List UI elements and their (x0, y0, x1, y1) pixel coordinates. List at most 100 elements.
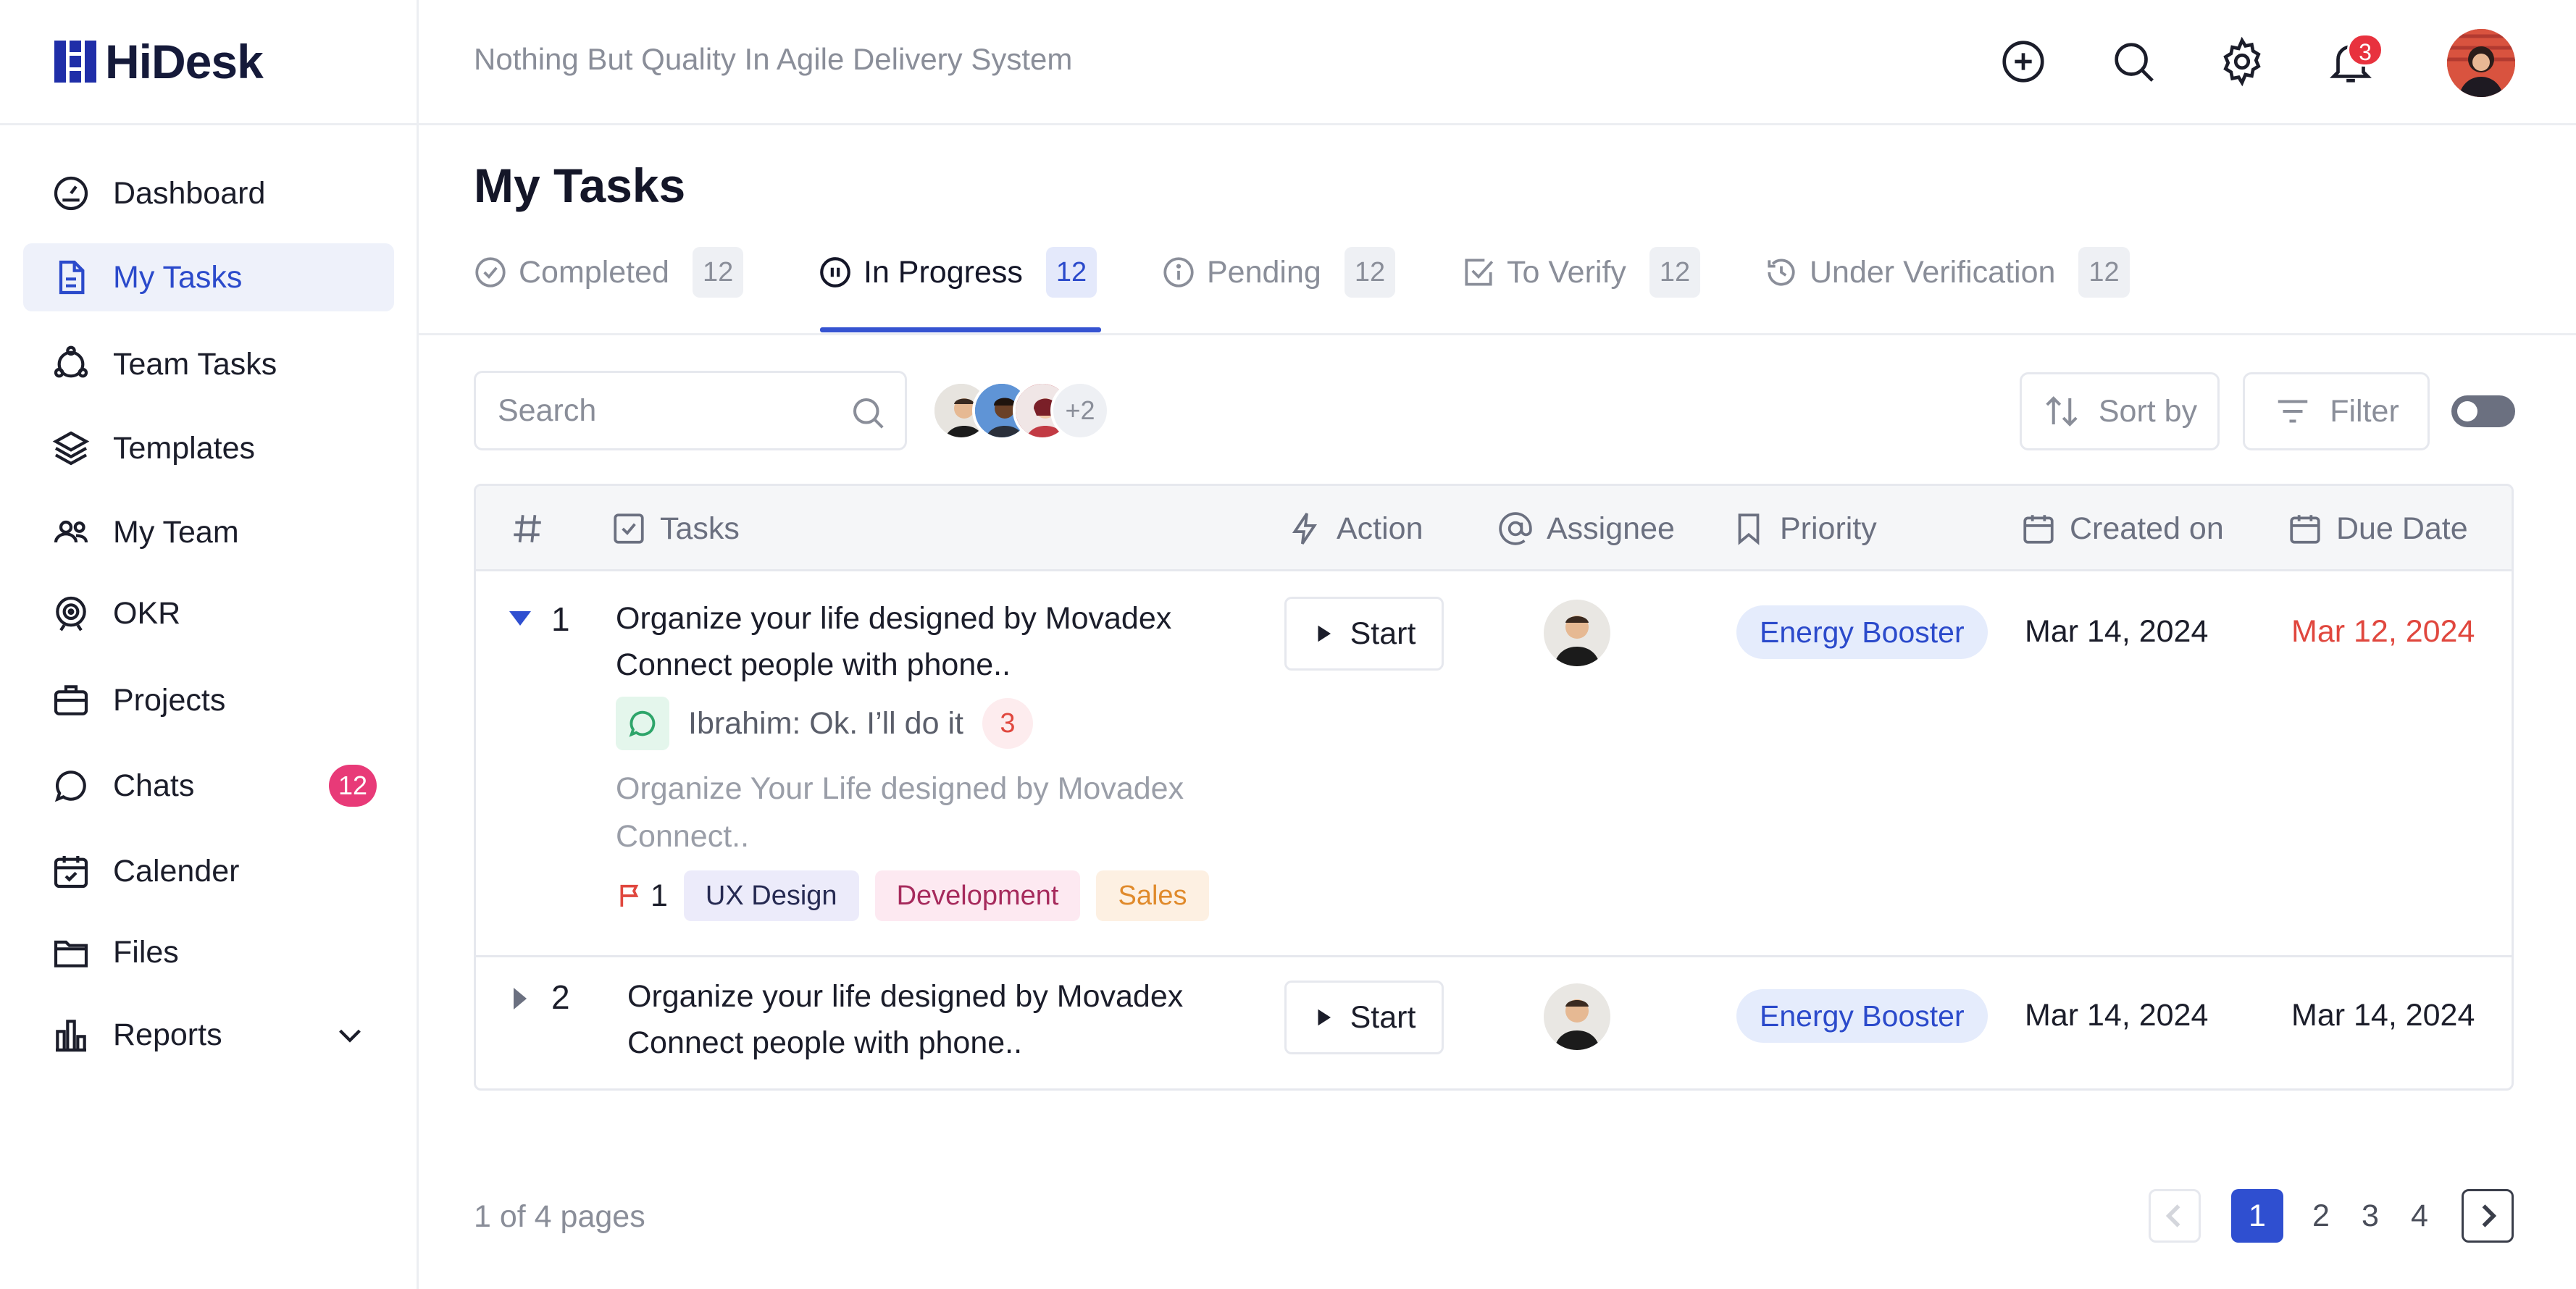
assignee-avatar-image (1544, 983, 1610, 1050)
start-button-label: Start (1350, 616, 1416, 651)
due-date: Mar 14, 2024 (2291, 998, 2475, 1033)
sidebar-divider (0, 123, 419, 125)
check-square-icon (1465, 259, 1494, 286)
check-circle-icon (475, 257, 506, 287)
bookmark-icon (1738, 513, 1760, 545)
tab-count: 12 (692, 247, 744, 298)
sidebar-item-my-tasks[interactable]: My Tasks (23, 243, 394, 311)
column-label: Tasks (660, 511, 740, 546)
view-toggle-switch[interactable] (2451, 395, 2515, 427)
play-icon (1318, 1009, 1331, 1026)
pause-circle-icon (820, 257, 850, 287)
tab-completed[interactable]: Completed 12 (472, 243, 744, 301)
tab-to-verify[interactable]: To Verify 12 (1460, 243, 1701, 301)
tab-count: 12 (1344, 247, 1396, 298)
pagination-page-2[interactable]: 2 (2295, 1189, 2347, 1243)
pagination-page-4[interactable]: 4 (2393, 1189, 2446, 1243)
sidebar-item-label: My Tasks (113, 259, 243, 295)
tabs-divider (419, 333, 2576, 335)
user-avatar-image (2447, 29, 2515, 97)
column-header-tasks[interactable]: Tasks (611, 486, 740, 571)
search-input[interactable]: Search (474, 371, 907, 450)
tag-ux-design[interactable]: UX Design (683, 870, 859, 921)
sidebar-item-templates[interactable]: Templates (23, 414, 394, 482)
calendar-icon (2023, 515, 2054, 544)
task-title[interactable]: Organize your life designed by Movadex C… (616, 595, 1210, 688)
user-avatar[interactable] (2447, 29, 2515, 97)
sidebar-item-okr[interactable]: OKR (23, 579, 394, 647)
sidebar-item-chats[interactable]: Chats 12 (23, 752, 394, 820)
flag-count: 1 (651, 878, 668, 913)
assignee-avatar-image (1544, 600, 1610, 666)
app-logo[interactable]: HiDesk (54, 35, 264, 88)
pagination-page-3[interactable]: 3 (2344, 1189, 2396, 1243)
search-icon[interactable] (2108, 36, 2159, 87)
caret-down-icon[interactable] (508, 608, 532, 629)
pagination-prev-button[interactable] (2149, 1189, 2201, 1243)
gear-icon[interactable] (2217, 36, 2267, 87)
tag-development[interactable]: Development (874, 870, 1081, 921)
column-header-due-date[interactable]: Due Date (2287, 486, 2468, 571)
search-icon (853, 398, 884, 429)
pagination-next-button[interactable] (2462, 1189, 2514, 1243)
tag-sales[interactable]: Sales (1096, 870, 1209, 921)
app-root: HiDesk Dashboard My Tasks Team Tasks Tem… (0, 0, 2576, 1289)
history-icon (1768, 259, 1795, 286)
target-icon (56, 596, 86, 631)
sidebar-item-calender[interactable]: Calender (23, 837, 394, 905)
caret-right-icon[interactable] (511, 986, 528, 1011)
tab-pending[interactable]: Pending 12 (1161, 243, 1396, 301)
task-chat-preview[interactable]: Ibrahim: Ok. I’ll do it 3 (616, 697, 1033, 750)
task-title[interactable]: Organize your life designed by Movadex C… (627, 973, 1221, 1066)
chevron-right-icon (2482, 1204, 2497, 1227)
column-header-number (509, 486, 559, 571)
pagination-page-1[interactable]: 1 (2231, 1189, 2283, 1243)
add-icon[interactable] (1998, 36, 2049, 87)
tab-label: Pending (1207, 254, 1321, 290)
more-members-badge[interactable]: +2 (1050, 381, 1110, 440)
tab-under-verification[interactable]: Under Verification 12 (1763, 243, 2130, 301)
row-number: 2 (551, 978, 570, 1016)
chat-icon (54, 771, 86, 802)
dashboard-icon (54, 176, 88, 211)
sort-by-button[interactable]: Sort by (2020, 372, 2220, 450)
filter-button[interactable]: Filter (2243, 372, 2430, 450)
tab-count: 12 (1045, 247, 1097, 298)
at-sign-icon (1499, 512, 1532, 545)
chevron-down-icon[interactable] (333, 1018, 367, 1051)
assignee-avatar[interactable] (1544, 600, 1610, 666)
column-header-created-on[interactable]: Created on (2020, 486, 2224, 571)
logo-mark-icon (54, 41, 96, 83)
chart-icon (56, 1020, 86, 1052)
sidebar-item-projects[interactable]: Projects (23, 666, 394, 734)
start-button[interactable]: Start (1284, 981, 1444, 1054)
sidebar-item-files[interactable]: Files (23, 918, 394, 986)
due-date: Mar 12, 2024 (2291, 614, 2475, 649)
team-tasks-icon (54, 345, 88, 378)
table-row: 2 Organize your life designed by Movadex… (476, 957, 2512, 1088)
table-header: Tasks Action Assignee Priority Created o… (476, 486, 2512, 571)
column-header-priority[interactable]: Priority (1731, 486, 1877, 571)
notification-badge: 3 (2347, 33, 2383, 67)
sidebar-item-dashboard[interactable]: Dashboard (23, 159, 394, 227)
calendar-icon (54, 856, 88, 889)
column-header-action[interactable]: Action (1287, 486, 1423, 571)
calendar-icon (2290, 515, 2320, 544)
sidebar-item-label: Reports (113, 1017, 222, 1052)
column-header-assignee[interactable]: Assignee (1497, 486, 1675, 571)
sidebar-item-team-tasks[interactable]: Team Tasks (23, 330, 394, 398)
sidebar-item-reports[interactable]: Reports (23, 1001, 394, 1069)
header-divider (419, 123, 2576, 125)
search-placeholder: Search (498, 392, 597, 428)
start-button[interactable]: Start (1284, 597, 1444, 671)
assignee-avatar[interactable] (1544, 983, 1610, 1050)
sidebar-item-label: OKR (113, 595, 181, 631)
tab-label: To Verify (1507, 254, 1626, 290)
tab-in-progress[interactable]: In Progress 12 (817, 243, 1097, 301)
checkbox-icon (614, 513, 644, 544)
sidebar-item-my-team[interactable]: My Team (23, 498, 394, 566)
sidebar-item-label: Dashboard (113, 175, 266, 211)
sidebar-item-label: Files (113, 934, 179, 970)
column-label: Assignee (1547, 511, 1675, 546)
filter-label: Filter (2330, 393, 2399, 429)
